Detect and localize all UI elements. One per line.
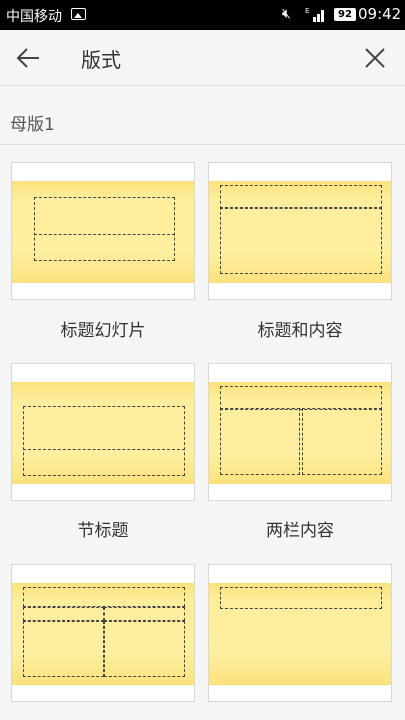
placeholder-right-header (104, 607, 185, 621)
placeholder-title (220, 587, 382, 609)
page-title: 版式 (81, 48, 121, 72)
slide-thumbnail (209, 181, 391, 283)
placeholder-title (220, 185, 382, 209)
image-notification-icon (71, 8, 86, 20)
placeholder-box (23, 406, 185, 476)
placeholder-left (220, 408, 300, 475)
layout-label-title-slide: 标题幻灯片 (60, 321, 146, 341)
slide-thumbnail (209, 583, 391, 685)
layout-card-title-content[interactable] (208, 162, 392, 300)
placeholder-divider (23, 449, 185, 450)
clock-time: 09:42 (358, 5, 402, 23)
layout-card-two-content[interactable] (208, 363, 392, 501)
placeholder-left (23, 621, 104, 677)
placeholder-title (23, 587, 185, 607)
placeholder-title (220, 386, 382, 410)
layout-card-title-slide[interactable] (11, 162, 195, 300)
placeholder-right (302, 408, 382, 475)
slide-thumbnail (12, 181, 194, 283)
layout-label-title-content: 标题和内容 (257, 321, 343, 341)
arrow-left-icon[interactable] (12, 41, 46, 75)
layout-card-title-only[interactable] (208, 564, 392, 702)
carrier-name: 中国移动 (6, 9, 62, 25)
placeholder-box (34, 197, 175, 261)
layout-label-section-header: 节标题 (77, 521, 129, 541)
placeholder-left-header (23, 607, 104, 621)
master-section-label: 母版1 (10, 115, 55, 135)
app-header: 版式 (0, 30, 405, 86)
placeholder-right (104, 621, 185, 677)
slide-thumbnail (12, 382, 194, 484)
battery-level: 92 (334, 8, 356, 21)
placeholder-divider (34, 234, 175, 235)
svg-text:E: E (305, 7, 309, 15)
slide-thumbnail (209, 382, 391, 484)
layout-label-two-content: 两栏内容 (266, 521, 334, 541)
slide-thumbnail (12, 583, 194, 685)
layout-card-section-header[interactable] (11, 363, 195, 501)
mute-icon: 🔇︎ (282, 6, 291, 22)
close-icon[interactable] (358, 41, 392, 75)
section-divider (0, 144, 405, 145)
signal-icon: E (305, 7, 324, 22)
placeholder-content (220, 207, 382, 274)
layout-card-comparison[interactable] (11, 564, 195, 702)
status-bar: 中国移动 🔇︎ E 92 09:42 (0, 0, 405, 30)
